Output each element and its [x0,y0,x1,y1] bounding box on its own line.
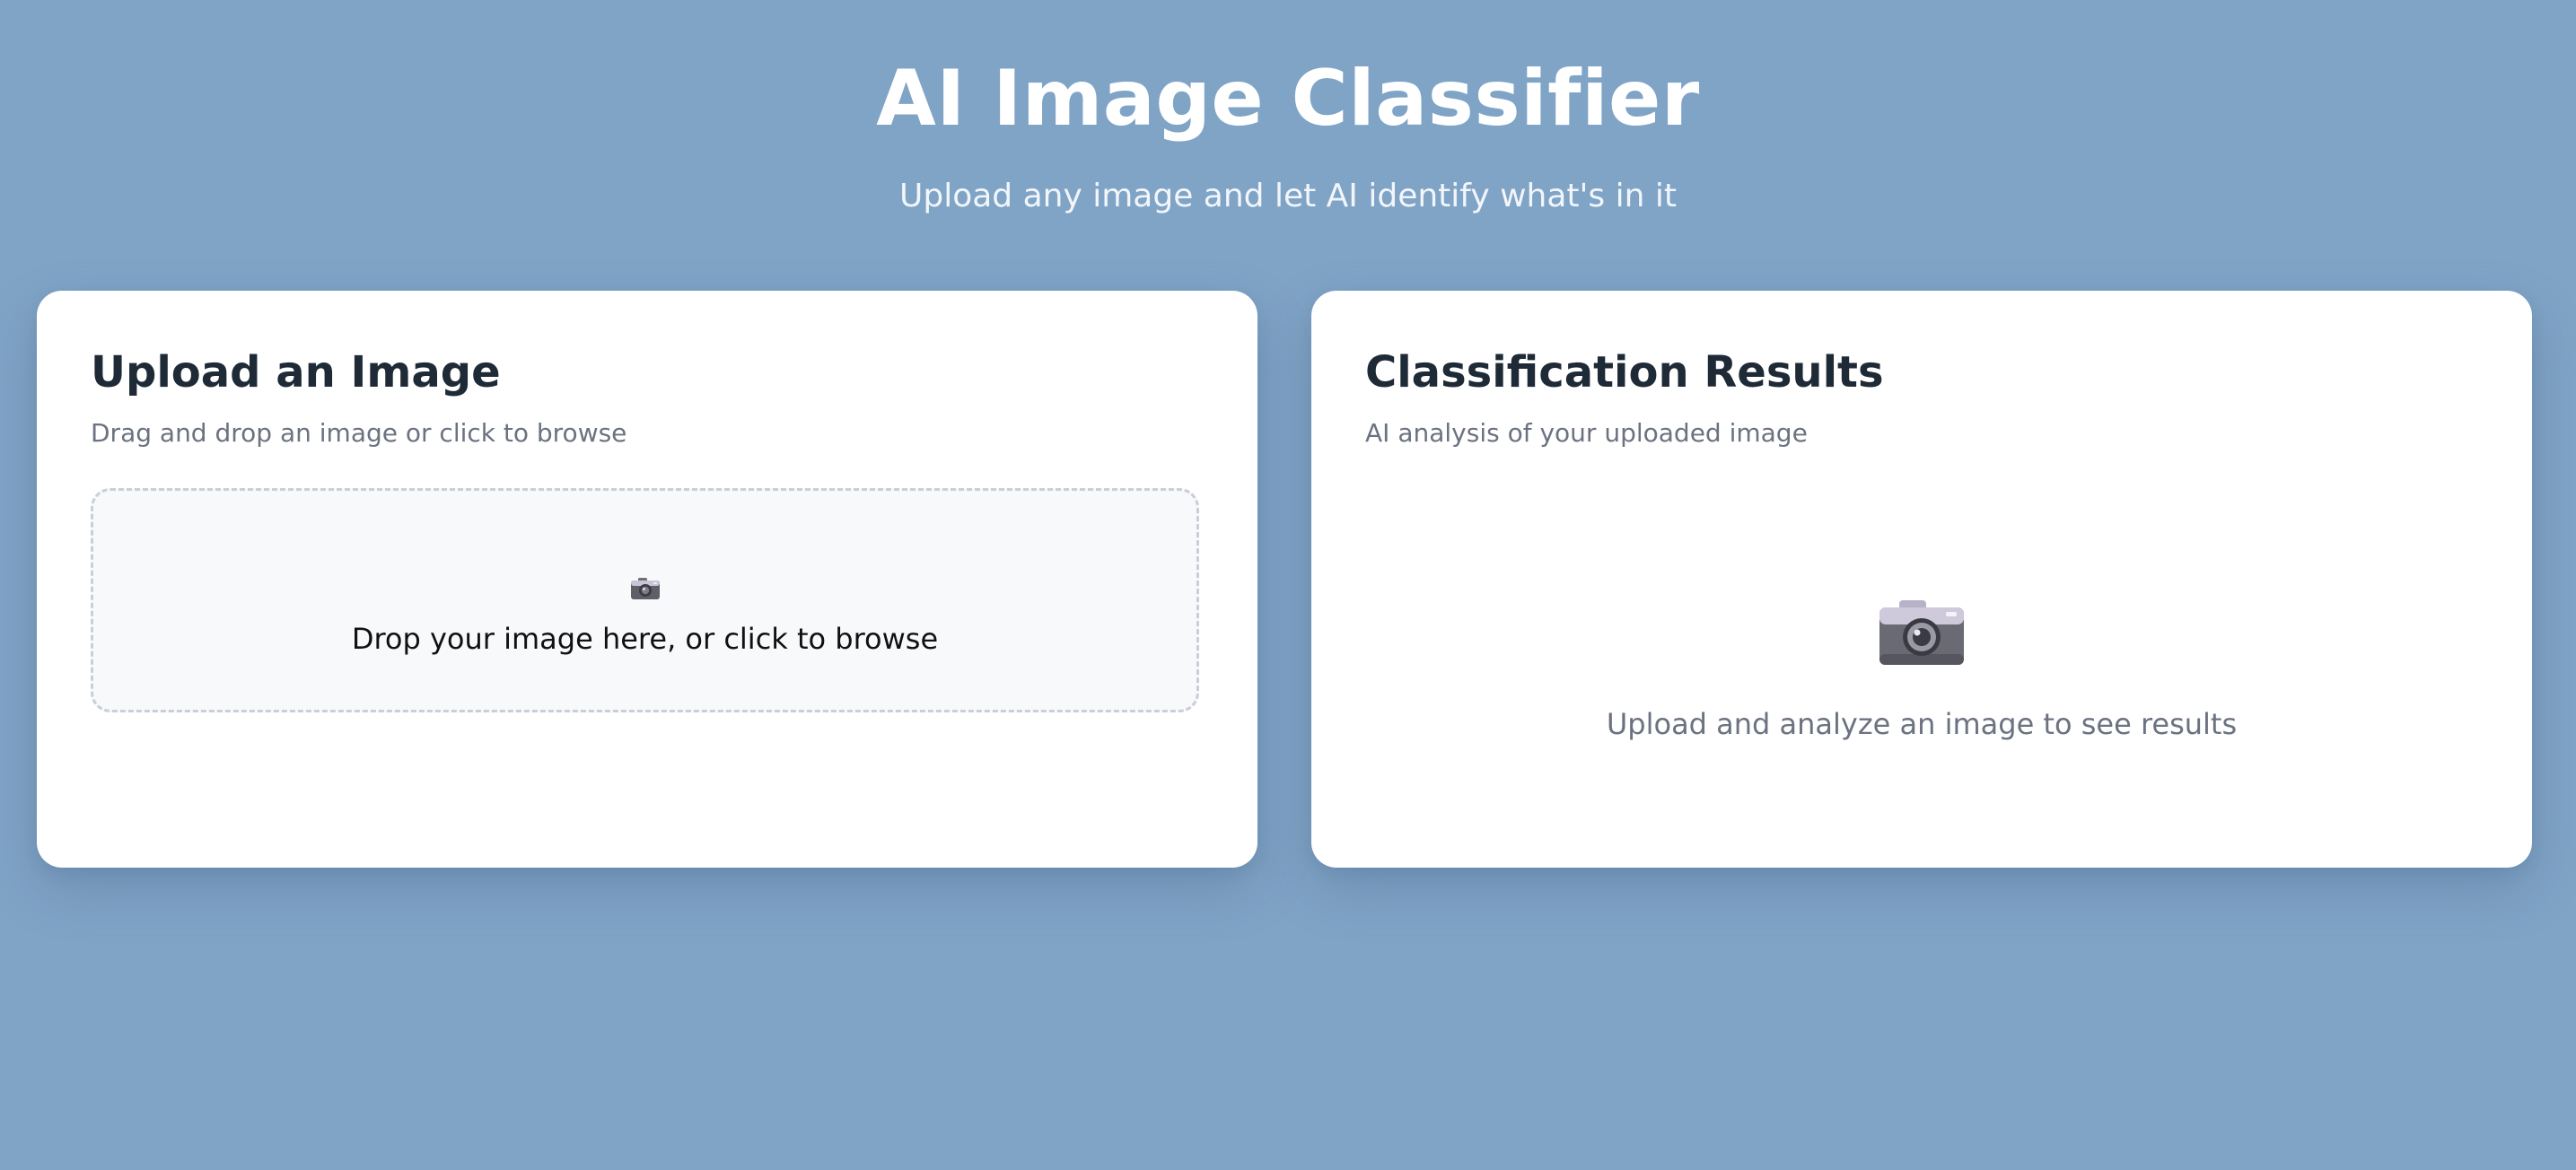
page-subtitle: Upload any image and let AI identify wha… [899,178,1677,214]
results-card-title: Classification Results [1365,347,1884,397]
results-card-subtitle: AI analysis of your uploaded image [1365,418,1808,448]
camera-icon [93,577,1196,600]
image-dropzone[interactable]: Drop your image here, or click to browse [91,488,1199,712]
results-card: Classification Results AI analysis of yo… [1311,291,2532,868]
results-empty-message: Upload and analyze an image to see resul… [1606,707,2238,741]
dropzone-label: Drop your image here, or click to browse [351,622,939,656]
upload-card-subtitle: Drag and drop an image or click to brows… [91,418,627,448]
page-title: AI Image Classifier [876,54,1700,144]
camera-icon [1311,600,2532,667]
upload-card-title: Upload an Image [91,347,501,397]
upload-card: Upload an Image Drag and drop an image o… [37,291,1257,868]
